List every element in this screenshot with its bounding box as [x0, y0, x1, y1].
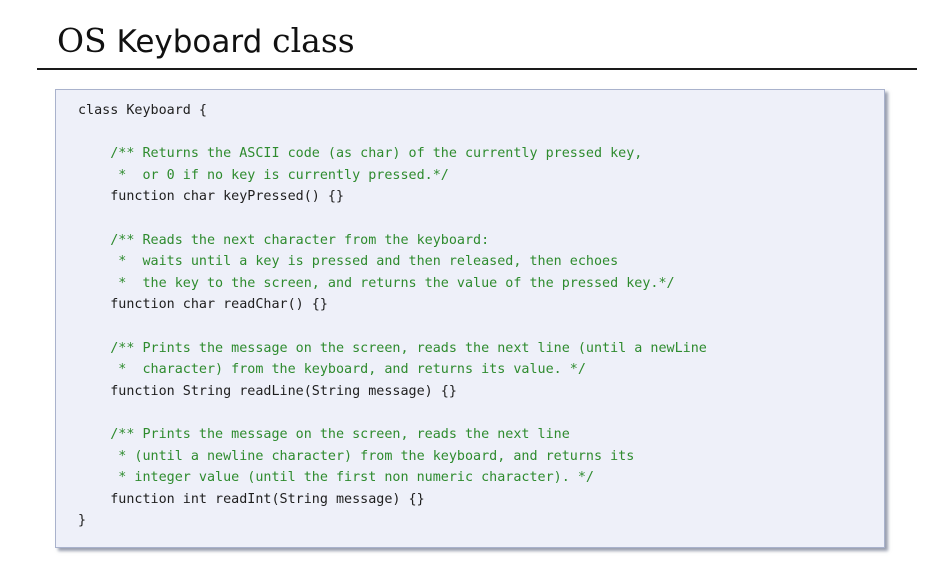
slide-title-os: OS	[57, 21, 107, 60]
code-comment-line: /** Returns the ASCII code (as char) of …	[78, 146, 643, 162]
code-blank-line	[78, 208, 707, 230]
title-divider	[37, 68, 917, 70]
code-line: class Keyboard {	[78, 103, 207, 118]
code-blank-line	[78, 402, 707, 424]
code-line: function char keyPressed() {}	[78, 189, 345, 205]
code-line: }	[78, 513, 87, 529]
code-comment-line: * character) from the keyboard, and retu…	[78, 362, 586, 378]
code-line: function String readLine(String message)…	[78, 383, 457, 399]
code-comment-line: * waits until a key is pressed and then …	[78, 254, 619, 270]
code-blank-line	[78, 316, 707, 338]
code-blank-line	[78, 122, 707, 144]
code-listing: class Keyboard { /** Returns the ASCII c…	[78, 100, 707, 532]
code-line: function int readInt(String message) {}	[78, 491, 425, 507]
code-comment-line: /** Reads the next character from the ke…	[78, 232, 490, 248]
slide-title: OS Keyboard class	[57, 20, 355, 63]
code-comment-line: * or 0 if no key is currently pressed.*/	[78, 167, 449, 183]
code-comment-line: * the key to the screen, and returns the…	[78, 275, 675, 291]
code-listing-box: class Keyboard { /** Returns the ASCII c…	[55, 89, 885, 548]
code-comment-line: /** Prints the message on the screen, re…	[78, 340, 707, 356]
code-line: function char readChar() {}	[78, 297, 328, 313]
slide-title-class: class	[272, 21, 355, 60]
code-comment-line: /** Prints the message on the screen, re…	[78, 426, 570, 442]
code-comment-line: * (until a newline character) from the k…	[78, 448, 635, 464]
slide-title-keyboard: Keyboard	[116, 24, 263, 60]
code-comment-line: * integer value (until the first non num…	[78, 470, 594, 486]
